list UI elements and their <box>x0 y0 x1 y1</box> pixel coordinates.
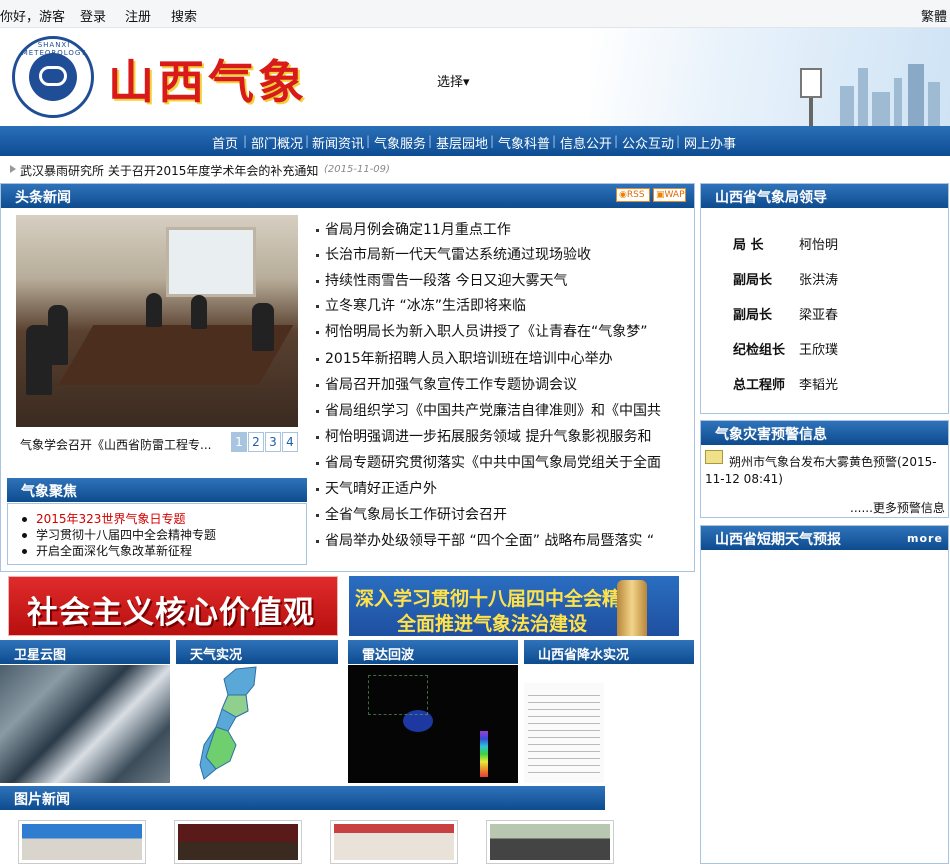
warning-link[interactable]: 朔州市气象台发布大雾黄色预警(2015-11-12 08:41) <box>705 454 945 488</box>
satellite-cloud-image[interactable] <box>0 665 170 783</box>
rainfall-table-image[interactable] <box>524 683 604 783</box>
news-item[interactable]: 全省气象局长工作研讨会召开 <box>316 504 676 524</box>
leaders-header: 山西省气象局领导 <box>701 184 948 208</box>
notice-ticker: 武汉暴雨研究所 关于召开2015年度学术年会的补充通知 (2015-11-09) <box>0 156 950 182</box>
logo-emblem[interactable]: SHANXI METEOROLOGY <box>12 36 94 118</box>
news-item[interactable]: 长治市局新一代天气雷达系统通过现场验收 <box>316 244 676 264</box>
wap-button[interactable]: ▣WAP <box>653 188 686 202</box>
banner-right-line1: 深入学习贯彻十八届四中全会精神 <box>355 588 641 610</box>
leader-name[interactable]: 王欣璞 <box>799 339 838 358</box>
core-values-banner[interactable]: 社会主义核心价值观 <box>8 576 338 636</box>
banner-left-text: 社会主义核心价值观 <box>27 595 315 631</box>
wap-label: WAP <box>664 190 685 200</box>
select-dropdown[interactable]: 选择▾ <box>437 71 470 90</box>
headlines-title: 头条新闻 <box>15 190 71 206</box>
news-item[interactable]: 立冬寒几许 “冰冻”生活即将来临 <box>316 295 676 315</box>
nav-science[interactable]: 气象科普 <box>498 133 550 152</box>
nav-departments[interactable]: 部门概况 <box>251 133 303 152</box>
select-label: 选择 <box>437 75 464 90</box>
satellite-header: 卫星云图 <box>0 640 170 664</box>
news-item[interactable]: 柯怡明局长为新入职人员讲授了《让青春在“气象梦” <box>316 321 676 341</box>
news-item[interactable]: 2015年新招聘人员入职培训班在培训中心举办 <box>316 348 676 368</box>
leader-role: 副局长 <box>733 273 773 288</box>
register-link[interactable]: 注册 <box>125 6 151 25</box>
news-item[interactable]: 省局召开加强气象宣传工作专题协调会议 <box>316 374 676 394</box>
news-item[interactable]: 持续性雨雪告一段落 今日又迎大雾天气 <box>316 270 676 290</box>
notice-date: (2015-11-09) <box>324 164 390 175</box>
more-warnings-link[interactable]: ......更多预警信息 <box>850 499 945 516</box>
rss-button[interactable]: ◉RSS <box>616 188 650 202</box>
logo-cloud-icon <box>29 53 77 101</box>
radar-header: 雷达回波 <box>348 640 518 664</box>
slide-page-4[interactable]: 4 <box>282 432 298 452</box>
news-item[interactable]: 天气晴好正适户外 <box>316 478 676 498</box>
forecast-more-link[interactable]: more <box>907 532 943 545</box>
news-item[interactable]: 柯怡明强调进一步拓展服务领域 提升气象影视服务和 <box>316 426 676 446</box>
headlines-header: 头条新闻 <box>1 184 694 208</box>
headline-photo-caption[interactable]: 气象学会召开《山西省防雷工程专... <box>20 436 220 453</box>
leader-role: 总工程师 <box>733 378 786 393</box>
rss-icon: ◉ <box>619 190 627 200</box>
picture-news-item[interactable] <box>486 820 614 864</box>
picture-news-item[interactable] <box>18 820 146 864</box>
news-item[interactable]: 省局举办处级领导干部 “四个全面” 战略布局暨落实 “ <box>316 530 676 550</box>
search-link[interactable]: 搜索 <box>171 6 197 25</box>
weather-header: 天气实况 <box>176 640 338 664</box>
site-header: SHANXI METEOROLOGY 山西气象 选择▾ <box>0 28 950 126</box>
headline-photo[interactable] <box>16 215 298 427</box>
nav-online-service[interactable]: 网上办事 <box>684 133 736 152</box>
caret-down-icon: ▾ <box>463 75 470 90</box>
news-item[interactable]: 省局专题研究贯彻落实《中共中国气象局党组关于全面 <box>316 452 676 472</box>
rule-of-law-banner[interactable]: 深入学习贯彻十八届四中全会精神 全面推进气象法治建设 <box>349 576 679 636</box>
picture-news-header: 图片新闻 <box>0 786 605 810</box>
picture-news-item[interactable] <box>174 820 302 864</box>
notice-link[interactable]: 武汉暴雨研究所 关于召开2015年度学术年会的补充通知 <box>20 162 318 179</box>
radar-echo-image[interactable] <box>348 665 518 783</box>
leader-name[interactable]: 柯怡明 <box>799 234 838 253</box>
leader-role: 局 长 <box>733 238 764 253</box>
logo-ring-text: SHANXI METEOROLOGY <box>22 41 86 57</box>
shanxi-map-icon <box>199 666 257 780</box>
slide-page-2[interactable]: 2 <box>248 432 264 452</box>
focus-title: 气象聚焦 <box>21 484 77 500</box>
leader-name[interactable]: 梁亚春 <box>799 304 838 323</box>
greeting-text: 你好，游客 <box>0 10 66 25</box>
news-item[interactable]: 省局组织学习《中国共产党廉洁自律准则》和《中国共 <box>316 400 676 420</box>
nav-weather-service[interactable]: 气象服务 <box>374 133 426 152</box>
warning-alert-icon <box>705 450 723 464</box>
focus-item[interactable]: 学习贯彻十八届四中全会精神专题 <box>22 526 216 543</box>
pillar-icon <box>617 580 647 636</box>
leader-role: 纪检组长 <box>733 343 786 358</box>
news-item[interactable]: 省局月例会确定11月重点工作 <box>316 219 676 239</box>
banner-right-line2: 全面推进气象法治建设 <box>397 613 588 635</box>
rain-header: 山西省降水实况 <box>524 640 694 664</box>
traditional-chinese-link[interactable]: 繁體 <box>921 6 947 25</box>
focus-header: 气象聚焦 <box>7 478 307 502</box>
header-skyline-image <box>590 28 950 126</box>
nav-grassroots[interactable]: 基层园地 <box>436 133 488 152</box>
focus-item[interactable]: 2015年323世界气象日专题 <box>22 510 185 527</box>
rss-label: RSS <box>626 190 645 200</box>
leader-name[interactable]: 李韬光 <box>799 374 838 393</box>
leader-name[interactable]: 张洪涛 <box>799 269 838 288</box>
arrow-right-icon <box>10 165 16 173</box>
main-nav: 首页 | 部门概况 | 新闻资讯 | 气象服务 | 基层园地 | 气象科普 | … <box>0 126 950 156</box>
slide-page-1[interactable]: 1 <box>231 432 247 452</box>
nav-disclosure[interactable]: 信息公开 <box>560 133 612 152</box>
forecast-panel <box>700 525 949 864</box>
login-link[interactable]: 登录 <box>80 6 106 25</box>
focus-item[interactable]: 开启全面深化气象改革新征程 <box>22 542 192 559</box>
weather-map-image[interactable] <box>176 665 338 783</box>
top-bar: 你好，游客 登录 注册 搜索 繁體 <box>0 0 950 28</box>
wap-icon: ▣ <box>656 190 665 200</box>
nav-news[interactable]: 新闻资讯 <box>312 133 364 152</box>
site-logo-text[interactable]: 山西气象 <box>108 46 308 112</box>
slide-page-3[interactable]: 3 <box>265 432 281 452</box>
picture-news-item[interactable] <box>330 820 458 864</box>
leader-role: 副局长 <box>733 308 773 323</box>
nav-public[interactable]: 公众互动 <box>622 133 674 152</box>
weather-station-icon <box>800 68 822 98</box>
warning-header: 气象灾害预警信息 <box>701 421 948 445</box>
nav-home[interactable]: 首页 <box>212 133 238 152</box>
